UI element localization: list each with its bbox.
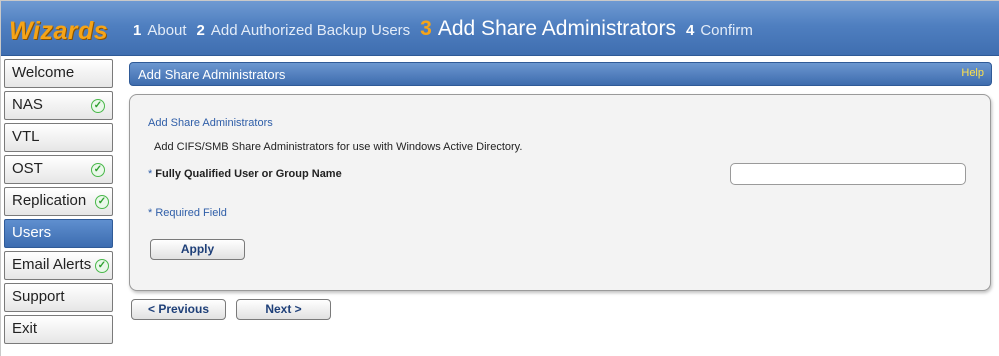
sidebar-item-exit[interactable]: Exit	[4, 315, 113, 344]
sidebar-item-replication[interactable]: Replication ✓	[4, 187, 113, 216]
sidebar-nav: Welcome NAS ✓ VTL OST ✓ Replication ✓ Us…	[1, 56, 115, 356]
sidebar-item-label: VTL	[12, 128, 40, 145]
step-label: Add Share Administrators	[437, 17, 676, 40]
step-label: Confirm	[700, 22, 753, 39]
sidebar-item-welcome[interactable]: Welcome	[4, 59, 113, 88]
required-field-note: * Required Field	[148, 207, 227, 219]
sidebar-item-label: Welcome	[12, 64, 75, 81]
step-number: 1	[133, 22, 142, 39]
wizard-steps: 1 About 2 Add Authorized Backup Users 3 …	[133, 17, 763, 45]
help-link[interactable]: Help	[961, 67, 984, 79]
wizard-step-add-authorized-backup-users[interactable]: 2 Add Authorized Backup Users	[197, 22, 411, 39]
wizards-logo: Wizards	[9, 17, 109, 45]
sidebar-item-label: Replication	[12, 192, 87, 209]
sidebar-item-label: Users	[12, 224, 52, 241]
wizard-step-about[interactable]: 1 About	[133, 22, 187, 39]
step-number: 4	[685, 22, 695, 39]
sidebar-item-support[interactable]: Support	[4, 283, 113, 312]
sidebar-item-email-alerts[interactable]: Email Alerts ✓	[4, 251, 113, 280]
panel-title: Add Share Administrators	[138, 67, 286, 82]
user-group-name-input[interactable]	[730, 163, 966, 185]
step-number: 2	[196, 22, 205, 39]
check-circle-icon: ✓	[91, 163, 105, 177]
wizard-step-add-share-administrators[interactable]: 3 Add Share Administrators	[420, 17, 676, 41]
section-title: Add Share Administrators	[148, 117, 273, 129]
user-group-name-label: * Fully Qualified User or Group Name	[148, 168, 342, 180]
app-window: Wizards 1 About 2 Add Authorized Backup …	[0, 0, 999, 356]
check-circle-icon: ✓	[95, 195, 109, 209]
previous-button[interactable]: < Previous	[131, 299, 226, 320]
panel-header: Add Share Administrators Help	[129, 62, 992, 86]
sidebar-item-vtl[interactable]: VTL	[4, 123, 113, 152]
sidebar-item-nas[interactable]: NAS ✓	[4, 91, 113, 120]
sidebar-item-label: NAS	[12, 96, 43, 113]
wizard-step-confirm[interactable]: 4 Confirm	[686, 22, 753, 39]
check-circle-icon: ✓	[91, 99, 105, 113]
step-label: Add Authorized Backup Users	[210, 22, 411, 39]
main-content: Add Share Administrators Help Add Share …	[115, 56, 999, 356]
form-panel: Add Share Administrators Add CIFS/SMB Sh…	[129, 94, 991, 291]
sidebar-item-label: Support	[12, 288, 65, 305]
next-button[interactable]: Next >	[236, 299, 331, 320]
sidebar-item-ost[interactable]: OST ✓	[4, 155, 113, 184]
sidebar-item-users[interactable]: Users	[4, 219, 113, 248]
sidebar-item-label: OST	[12, 160, 43, 177]
required-marker: *	[148, 168, 153, 180]
sidebar-item-label: Email Alerts	[12, 256, 92, 273]
step-label: About	[147, 22, 187, 39]
section-description: Add CIFS/SMB Share Administrators for us…	[154, 141, 523, 153]
field-label-text: Fully Qualified User or Group Name	[155, 168, 342, 180]
check-circle-icon: ✓	[95, 259, 109, 273]
step-number: 3	[420, 17, 432, 40]
apply-button[interactable]: Apply	[150, 239, 245, 260]
wizard-header: Wizards 1 About 2 Add Authorized Backup …	[1, 1, 999, 56]
sidebar-item-label: Exit	[12, 320, 38, 337]
